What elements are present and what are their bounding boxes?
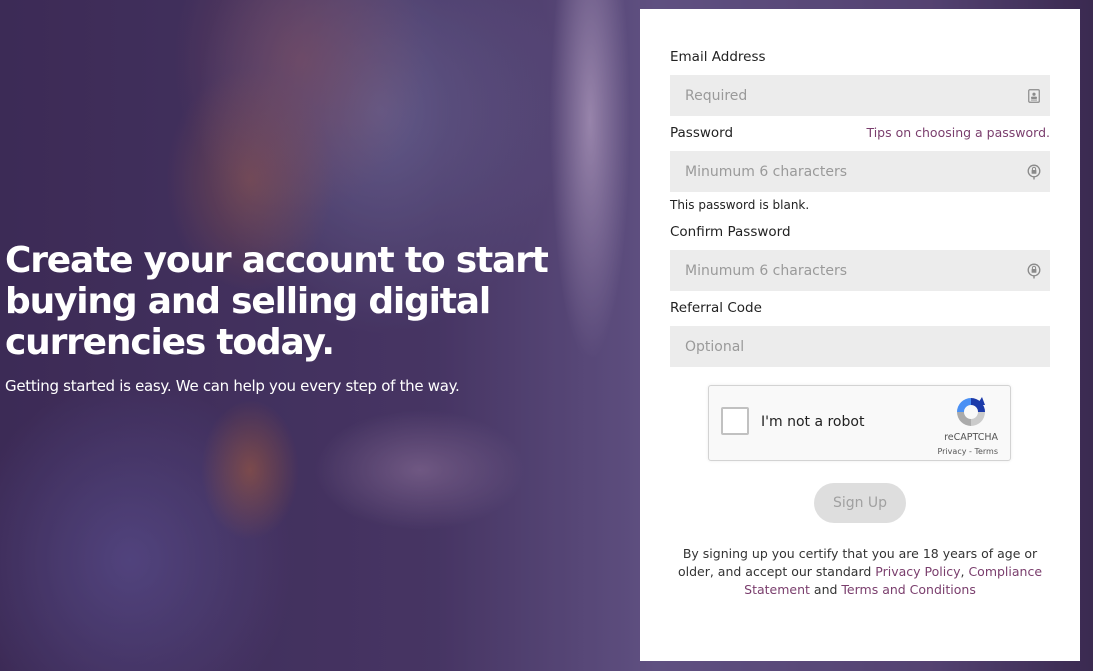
password-input[interactable] bbox=[670, 151, 1050, 192]
privacy-policy-link[interactable]: Privacy Policy bbox=[875, 564, 960, 579]
email-input[interactable] bbox=[670, 75, 1050, 116]
referral-code-input[interactable] bbox=[670, 326, 1050, 367]
password-lock-icon[interactable] bbox=[1027, 164, 1041, 179]
recaptcha-label: I'm not a robot bbox=[761, 414, 865, 430]
legal-and: and bbox=[809, 582, 842, 597]
hero-subtext: Getting started is easy. We can help you… bbox=[5, 377, 460, 395]
contact-card-icon[interactable] bbox=[1027, 88, 1041, 103]
confirm-password-input[interactable] bbox=[670, 250, 1050, 291]
confirm-password-label: Confirm Password bbox=[670, 224, 791, 240]
sign-up-button[interactable]: Sign Up bbox=[814, 483, 906, 523]
referral-label-row: Referral Code bbox=[670, 300, 1050, 326]
password-tips-link[interactable]: Tips on choosing a password. bbox=[866, 125, 1050, 140]
recaptcha-logo-icon bbox=[957, 397, 985, 426]
referral-field-wrapper bbox=[670, 326, 1050, 367]
hero-section: Create your account to start buying and … bbox=[5, 240, 565, 395]
confirm-password-label-row: Confirm Password bbox=[670, 224, 1050, 250]
recaptcha-brand: reCAPTCHA bbox=[944, 432, 998, 443]
hero-headline: Create your account to start buying and … bbox=[5, 240, 549, 363]
recaptcha-privacy-link[interactable]: Privacy bbox=[937, 447, 966, 456]
password-lock-icon[interactable] bbox=[1027, 263, 1041, 278]
recaptcha-widget: I'm not a robot reCAPTCHA Privacy - Term… bbox=[708, 385, 1011, 461]
terms-and-conditions-link[interactable]: Terms and Conditions bbox=[841, 582, 975, 597]
password-field-wrapper bbox=[670, 151, 1050, 192]
password-label-row: Password Tips on choosing a password. bbox=[670, 125, 1050, 151]
recaptcha-checkbox[interactable] bbox=[721, 407, 749, 435]
email-field-wrapper bbox=[670, 75, 1050, 116]
legal-notice: By signing up you certify that you are 1… bbox=[670, 545, 1050, 599]
signup-form-panel: Email Address Password Tips on choosing … bbox=[640, 9, 1080, 661]
confirm-password-field-wrapper bbox=[670, 250, 1050, 291]
referral-code-label: Referral Code bbox=[670, 300, 762, 316]
recaptcha-terms-link[interactable]: Terms bbox=[974, 447, 998, 456]
password-label: Password bbox=[670, 125, 734, 141]
signup-form: Email Address Password Tips on choosing … bbox=[670, 49, 1050, 599]
recaptcha-links: Privacy - Terms bbox=[937, 447, 998, 456]
email-label: Email Address bbox=[670, 49, 766, 65]
password-error-message: This password is blank. bbox=[670, 198, 810, 212]
email-label-row: Email Address bbox=[670, 49, 1050, 75]
